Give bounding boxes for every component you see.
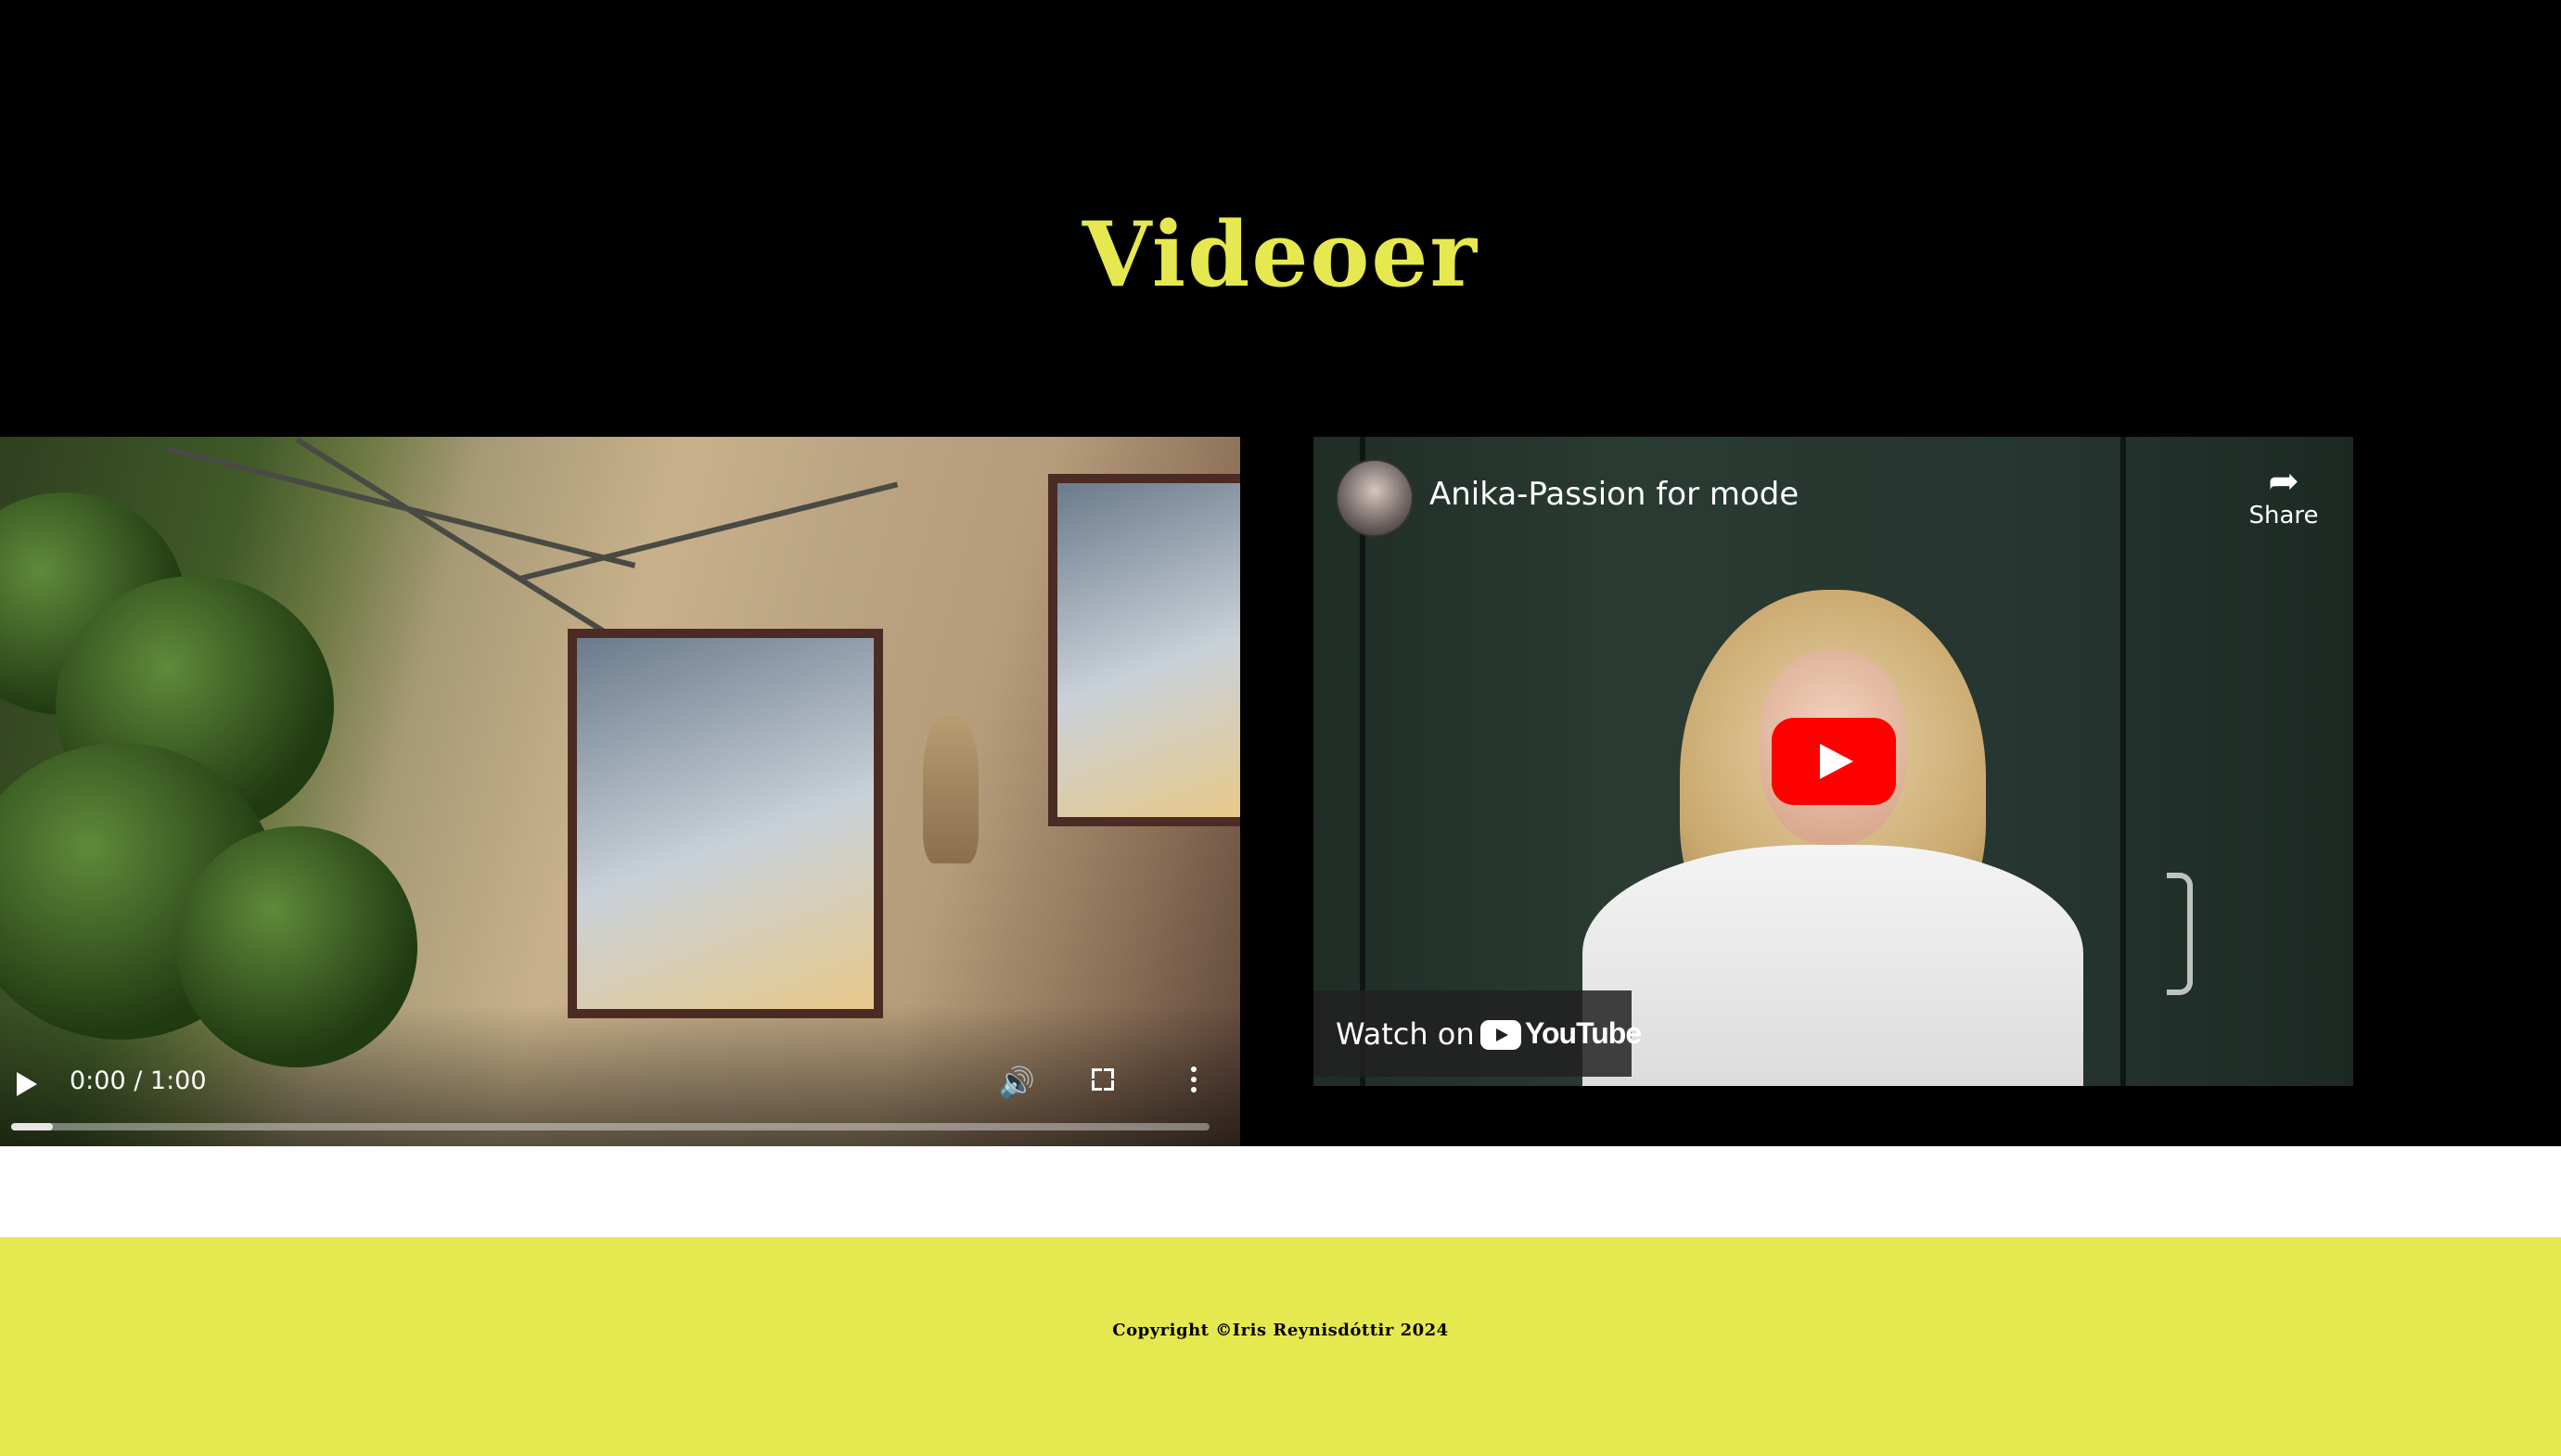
watch-on-youtube-button[interactable]: Watch on YouTube: [1313, 990, 1642, 1077]
door-seam: [2120, 437, 2126, 1086]
share-label: Share: [2248, 502, 2319, 530]
share-icon: ➦: [2268, 461, 2299, 502]
building-window: [1048, 474, 1240, 826]
youtube-logo-icon: [1480, 1020, 1521, 1050]
video-controls: 0:00 / 1:00 🔊: [0, 1044, 1240, 1146]
statue: [923, 715, 979, 863]
fullscreen-icon[interactable]: [1092, 1068, 1114, 1091]
video-title[interactable]: Anika-Passion for mode: [1429, 476, 1799, 513]
section-divider: [0, 1146, 2561, 1237]
building-window: [568, 629, 883, 1018]
channel-avatar[interactable]: [1336, 459, 1414, 537]
youtube-embed[interactable]: Anika-Passion for mode ➦ Share Watch on …: [1313, 437, 2353, 1086]
youtube-logo-text: YouTube: [1525, 1016, 1642, 1050]
tree-foliage: [176, 826, 417, 1067]
time-display: 0:00 / 1:00: [70, 1066, 207, 1095]
footer: Copyright ©Iris Reynisdóttir 2024: [0, 1237, 2561, 1456]
more-options-icon[interactable]: [1189, 1066, 1198, 1098]
door-handle: [2167, 873, 2193, 995]
person-shirt: [1582, 845, 2083, 1086]
play-icon[interactable]: [17, 1072, 37, 1096]
watch-on-label: Watch on: [1336, 1016, 1475, 1052]
share-button[interactable]: ➦ Share: [2241, 461, 2326, 530]
videos-section: Videoer 0:00 / 1:00 🔊 Anika-Passion for …: [0, 0, 2561, 1146]
youtube-play-button[interactable]: [1772, 718, 1896, 805]
progress-bar[interactable]: [11, 1123, 1210, 1130]
progress-fill: [11, 1123, 54, 1130]
roof-strut: [295, 437, 629, 649]
native-video-player[interactable]: 0:00 / 1:00 🔊: [0, 437, 1240, 1146]
copyright-text: Copyright ©Iris Reynisdóttir 2024: [1112, 1321, 1449, 1340]
roof-strut: [519, 481, 899, 581]
page-title: Videoer: [1082, 202, 1479, 307]
play-icon: [1820, 744, 1853, 779]
volume-icon[interactable]: 🔊: [998, 1065, 1035, 1100]
